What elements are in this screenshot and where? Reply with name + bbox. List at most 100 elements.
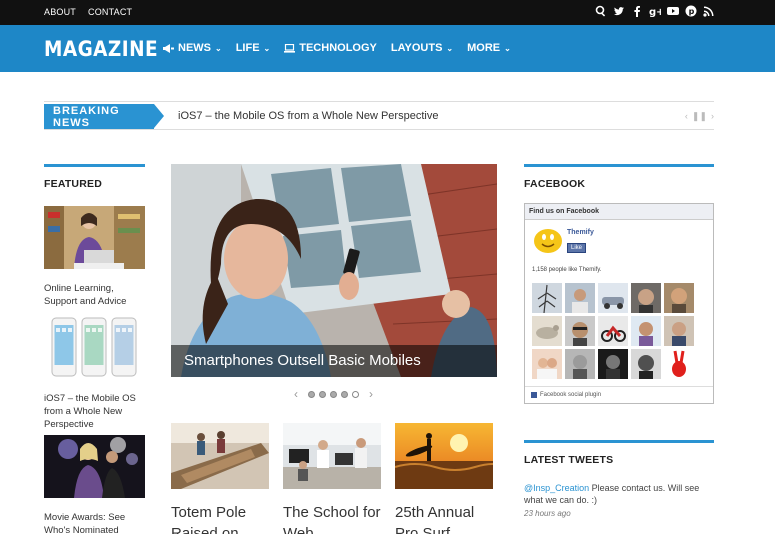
google-plus-icon[interactable]: g+ <box>649 4 661 18</box>
tweets-heading: LATEST TWEETS <box>524 440 714 466</box>
slider-dot[interactable] <box>352 390 359 398</box>
facebook-icon[interactable] <box>631 4 643 18</box>
facebook-widget: Find us on Facebook Themify Like 1,158 p… <box>524 203 714 404</box>
post-card[interactable]: The School for Web <box>283 423 381 534</box>
facebook-page: Themify Like <box>533 226 594 256</box>
youtube-icon[interactable] <box>667 4 679 18</box>
fan-avatar[interactable] <box>631 349 661 379</box>
post-card[interactable]: 25th Annual Pro Surf <box>394 423 506 534</box>
social-icons: g+ p <box>595 4 715 18</box>
nav-news-label: NEWS <box>178 42 211 54</box>
nav-life[interactable]: LIFE ⌄ <box>236 42 271 54</box>
breaking-news-headline[interactable]: iOS7 – the Mobile OS from a Whole New Pe… <box>178 110 438 122</box>
twitter-icon[interactable] <box>613 4 625 18</box>
fan-avatar[interactable] <box>598 349 628 379</box>
post-title[interactable]: Totem Pole Raised on <box>171 502 269 534</box>
rss-icon[interactable] <box>703 4 715 18</box>
post-title[interactable]: The School for Web <box>283 502 381 534</box>
facebook-plugin-label: Facebook social plugin <box>540 392 602 398</box>
nav-news[interactable]: NEWS ⌄ <box>163 42 222 54</box>
post-thumb-totem[interactable] <box>171 423 269 489</box>
slider-pagination: ‹ › <box>288 387 379 401</box>
facebook-like-count: 1,158 people like Themify. <box>532 267 602 273</box>
fan-avatar[interactable] <box>631 283 661 313</box>
chevron-right-icon[interactable]: › <box>711 111 714 122</box>
breaking-news-bar: BREAKING NEWS iOS7 – the Mobile OS from … <box>44 101 714 130</box>
facebook-page-name[interactable]: Themify <box>567 229 594 236</box>
fan-avatar[interactable] <box>664 349 694 379</box>
search-icon[interactable] <box>595 4 607 18</box>
chevron-down-icon: ⌄ <box>504 43 511 53</box>
fan-avatar[interactable] <box>664 283 694 313</box>
fan-avatar[interactable] <box>532 349 562 379</box>
tweet-item: @Insp_Creation Please contact us. Will s… <box>524 482 714 520</box>
slider-dot[interactable] <box>308 390 315 398</box>
facebook-find-us[interactable]: Find us on Facebook <box>525 204 713 220</box>
about-link[interactable]: ABOUT <box>44 7 76 17</box>
featured-item[interactable]: Online Learning, Support and Advice <box>44 206 145 308</box>
featured-caption[interactable]: Online Learning, Support and Advice <box>44 282 145 308</box>
chevron-down-icon: ⌄ <box>446 43 454 53</box>
post-title[interactable]: 25th Annual Pro Surf <box>395 502 493 534</box>
facebook-fan-grid <box>532 283 694 379</box>
breaking-news-controls: ‹ ❚❚ › <box>685 111 714 122</box>
top-links: ABOUT CONTACT <box>44 7 132 17</box>
breaking-news-label: BREAKING NEWS <box>44 104 164 129</box>
fan-avatar[interactable] <box>664 316 694 346</box>
chevron-down-icon: ⌄ <box>215 43 222 53</box>
nav-more-label: MORE <box>467 42 501 54</box>
chevron-left-icon[interactable]: ‹ <box>294 387 298 401</box>
fan-avatar[interactable] <box>565 283 595 313</box>
post-thumb-surf[interactable] <box>394 423 506 489</box>
slider-dot[interactable] <box>341 390 348 398</box>
facebook-social-plugin[interactable]: Facebook social plugin <box>525 386 713 403</box>
featured-thumb-learning[interactable] <box>44 206 145 269</box>
site-logo[interactable]: MAGAZINE <box>44 37 158 61</box>
facebook-like-button[interactable]: Like <box>567 243 587 253</box>
featured-item[interactable]: iOS7 – the Mobile OS from a Whole New Pe… <box>44 316 145 431</box>
featured-heading: FEATURED <box>44 164 145 190</box>
featured-caption[interactable]: iOS7 – the Mobile OS from a Whole New Pe… <box>44 392 145 431</box>
post-card[interactable]: Totem Pole Raised on <box>171 423 269 534</box>
fan-avatar[interactable] <box>598 316 628 346</box>
featured-item[interactable]: Movie Awards: See Who's Nominated <box>44 435 145 534</box>
featured-caption[interactable]: Movie Awards: See Who's Nominated <box>44 511 145 534</box>
pinterest-icon[interactable]: p <box>685 4 697 18</box>
slider-dot[interactable] <box>330 390 337 398</box>
fan-avatar[interactable] <box>631 316 661 346</box>
pause-icon[interactable]: ❚❚ <box>692 111 707 122</box>
tweet-body: @Insp_Creation Please contact us. Will s… <box>524 482 714 506</box>
featured-slider[interactable]: Smartphones Outsell Basic Mobiles <box>171 164 497 377</box>
themify-logo-icon[interactable] <box>533 226 563 256</box>
fan-avatar[interactable] <box>598 283 628 313</box>
svg-text:p: p <box>689 7 695 16</box>
chevron-down-icon: ⌄ <box>263 43 271 53</box>
chevron-right-icon[interactable]: › <box>369 387 373 401</box>
fan-avatar[interactable] <box>532 316 562 346</box>
facebook-heading: FACEBOOK <box>524 164 714 190</box>
chevron-left-icon[interactable]: ‹ <box>685 111 688 122</box>
megaphone-icon <box>163 43 174 53</box>
nav-technology-label: TECHNOLOGY <box>299 42 377 54</box>
nav-more[interactable]: MORE ⌄ <box>467 42 511 54</box>
fan-avatar[interactable] <box>565 349 595 379</box>
contact-link[interactable]: CONTACT <box>88 7 132 17</box>
featured-thumb-ios7[interactable] <box>44 316 145 379</box>
nav-technology[interactable]: TECHNOLOGY <box>284 42 377 54</box>
site-header: MAGAZINE NEWS ⌄ LIFE ⌄ TECHNOLOGY LAYOUTS ⌄… <box>0 25 775 72</box>
svg-text:g+: g+ <box>649 7 661 17</box>
nav-life-label: LIFE <box>235 42 260 54</box>
fan-avatar[interactable] <box>532 283 562 313</box>
facebook-icon <box>531 392 537 398</box>
top-bar: ABOUT CONTACT g+ p <box>0 0 775 25</box>
tweet-handle[interactable]: @Insp_Creation <box>524 483 589 493</box>
slider-caption[interactable]: Smartphones Outsell Basic Mobiles <box>171 345 497 377</box>
featured-thumb-awards[interactable] <box>44 435 145 498</box>
tweet-time[interactable]: 23 hours ago <box>524 508 714 520</box>
laptop-icon <box>284 43 296 53</box>
nav-layouts-label: LAYOUTS <box>390 42 443 54</box>
post-thumb-school[interactable] <box>283 423 381 489</box>
slider-dot[interactable] <box>319 390 326 398</box>
nav-layouts[interactable]: LAYOUTS ⌄ <box>391 42 453 54</box>
fan-avatar[interactable] <box>565 316 595 346</box>
